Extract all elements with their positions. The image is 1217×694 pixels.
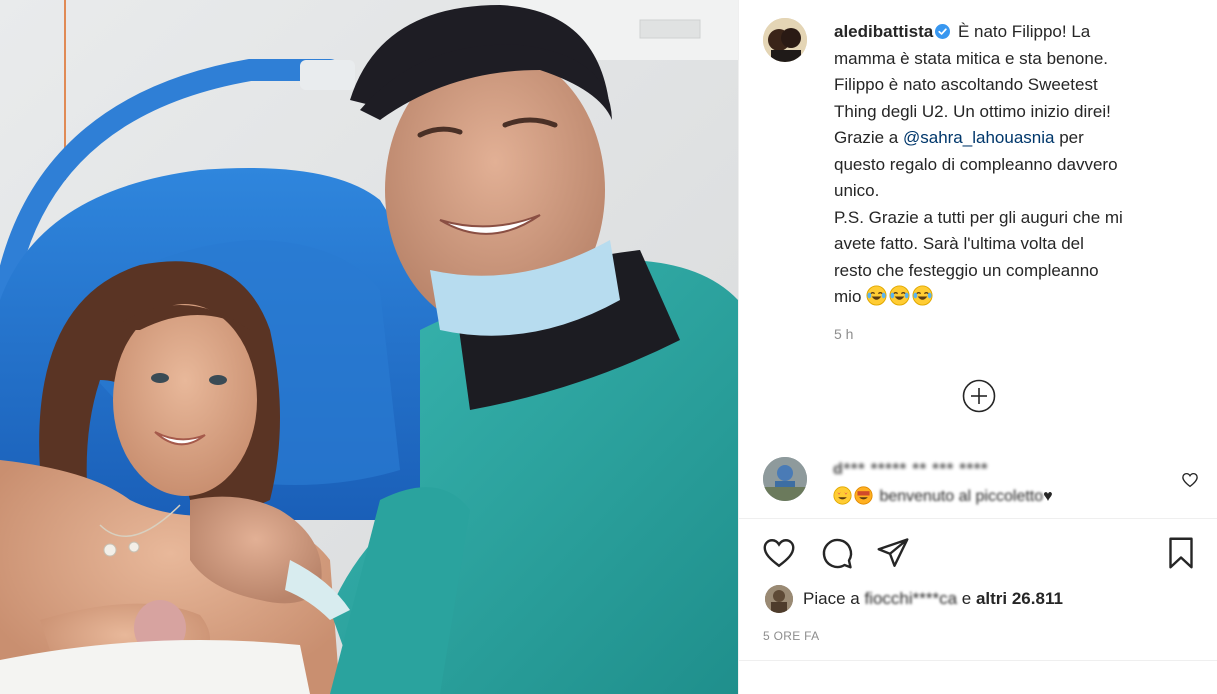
share-button[interactable] [875,535,911,571]
comment-body: benvenuto al piccoletto [879,488,1044,505]
likes-connector: e [957,589,976,608]
comment-username[interactable]: d*** ***** ** *** **** [833,461,988,479]
post-photo[interactable] [0,0,738,694]
divider [739,518,1217,519]
caption-line-9: avete fatto. Sarà l'ultima volta del [834,234,1084,253]
caption-line-11: mio [834,287,862,306]
post-date: 5 ORE FA [763,629,820,643]
tears-of-joy-emoji-icon [912,285,933,306]
caption-time-ago: 5 h [834,326,854,342]
heart-eyes-emoji-icon [833,486,852,505]
avatar-image [763,18,807,62]
avatar-image [763,457,807,501]
likes-text: Piace a fiocchi****ca e altri 26.811 [803,589,1063,609]
caption-line-4: Thing degli U2. Un ottimo inizio direi! [834,101,1111,121]
caption-line-3: Filippo è nato ascoltando Sweetest [834,75,1098,94]
comment-heart-emoji: ♥ [1043,488,1053,505]
comment-button[interactable] [819,535,855,571]
save-button[interactable] [1163,535,1199,571]
smiling-face-emoji-icon [854,486,873,505]
caption-line-5b: per [1054,128,1084,147]
heart-outline-icon [1182,472,1198,488]
mention-link[interactable]: @sahra_lahouasnia [903,128,1054,147]
caption-line-7: unico. [834,181,880,200]
post-action-bar [763,535,1195,571]
likes-summary: Piace a fiocchi****ca e altri 26.811 [763,584,1203,614]
caption-line-2: mamma è stata mitica e sta benone. [834,48,1109,68]
divider [739,660,1217,661]
author-username[interactable]: aledibattista [834,22,933,41]
caption-line-1: È nato Filippo! La [957,22,1091,41]
tears-of-joy-emoji-icon [866,285,887,306]
caption-line-5a: Grazie a [834,128,903,147]
liker-username[interactable]: fiocchi****ca [864,589,957,608]
bookmark-icon [1169,537,1193,569]
load-more-comments-button[interactable] [961,378,997,414]
comment-text: benvenuto al piccoletto♥ [833,486,1053,506]
caption-line-10: resto che festeggio un compleanno [834,260,1099,280]
likes-prefix: Piace a [803,589,865,608]
liker-avatar[interactable] [765,585,793,613]
speech-bubble-icon [822,538,853,569]
comment-item: d*** ***** ** *** **** benvenuto al picc… [763,455,1203,513]
caption-line-8: P.S. Grazie a tutti per gli auguri che m… [834,207,1123,227]
comment-like-button[interactable] [1181,471,1199,489]
post-details-panel: aledibattista È nato Filippo! La mamma è… [738,0,1217,694]
comment-avatar[interactable] [763,457,807,501]
photo-illustration [0,0,738,694]
likes-count[interactable]: altri 26.811 [976,589,1063,608]
tears-of-joy-emoji-icon [889,285,910,306]
author-avatar[interactable] [763,18,807,62]
avatar-image [765,585,793,613]
paper-plane-icon [877,538,909,567]
plus-circle-icon [962,379,996,413]
post-caption: aledibattista È nato Filippo! La mamma è… [834,19,1194,311]
like-button[interactable] [761,535,797,571]
verified-badge-icon [935,24,951,39]
heart-outline-icon [763,539,795,568]
caption-line-6: questo regalo di compleanno davvero [834,154,1118,174]
